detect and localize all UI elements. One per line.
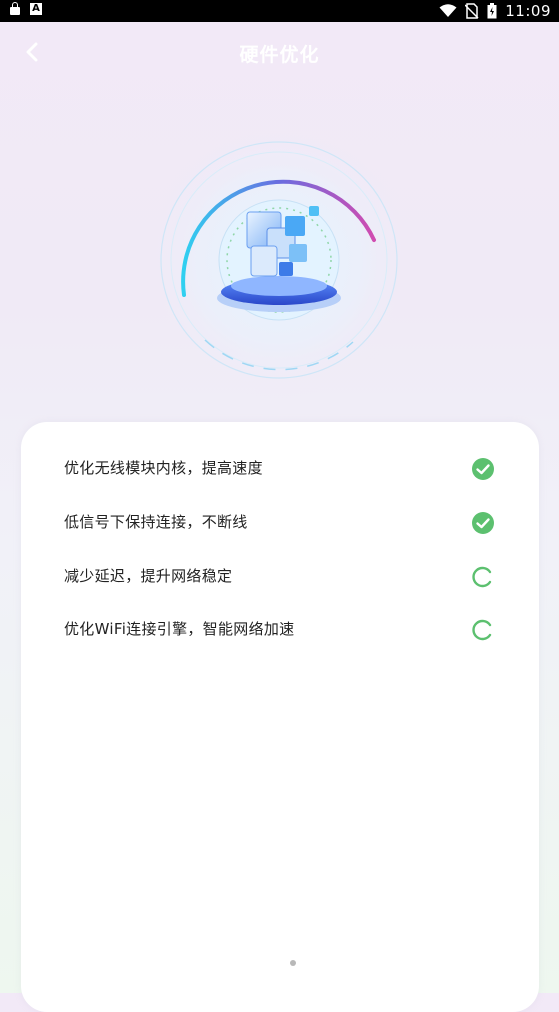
check-circle-icon [472, 458, 494, 480]
hardware-chip-illustration [139, 120, 419, 400]
app-header: 硬件优化 [0, 22, 559, 82]
battery-icon [487, 3, 497, 19]
list-item: 优化WiFi连接引擎，智能网络加速 [21, 609, 539, 649]
check-circle-icon [472, 512, 494, 534]
list-item: 优化无线模块内核，提高速度 [21, 448, 539, 488]
loading-spinner-icon [472, 566, 492, 588]
status-time: 11:09 [505, 2, 551, 20]
item-label: 优化WiFi连接引擎，智能网络加速 [64, 620, 295, 638]
page-title: 硬件优化 [239, 44, 320, 66]
item-label: 优化无线模块内核，提高速度 [64, 459, 263, 477]
item-label: 减少延迟，提升网络稳定 [64, 567, 233, 585]
optimization-card: 优化无线模块内核，提高速度 低信号下保持连接，不断线 减少延迟，提升网络稳定 优… [21, 422, 539, 1012]
wifi-icon [439, 4, 457, 17]
status-bar: A 11:09 [0, 0, 559, 22]
hero-graphic [141, 122, 417, 398]
a-icon: A [30, 3, 42, 15]
list-item: 低信号下保持连接，不断线 [21, 502, 539, 542]
list-item: 减少延迟，提升网络稳定 [21, 556, 539, 596]
loading-spinner-icon [472, 619, 492, 641]
page-indicator-dot [290, 960, 296, 966]
item-label: 低信号下保持连接，不断线 [64, 513, 248, 531]
no-sim-icon [465, 3, 479, 19]
lock-icon [10, 2, 20, 15]
